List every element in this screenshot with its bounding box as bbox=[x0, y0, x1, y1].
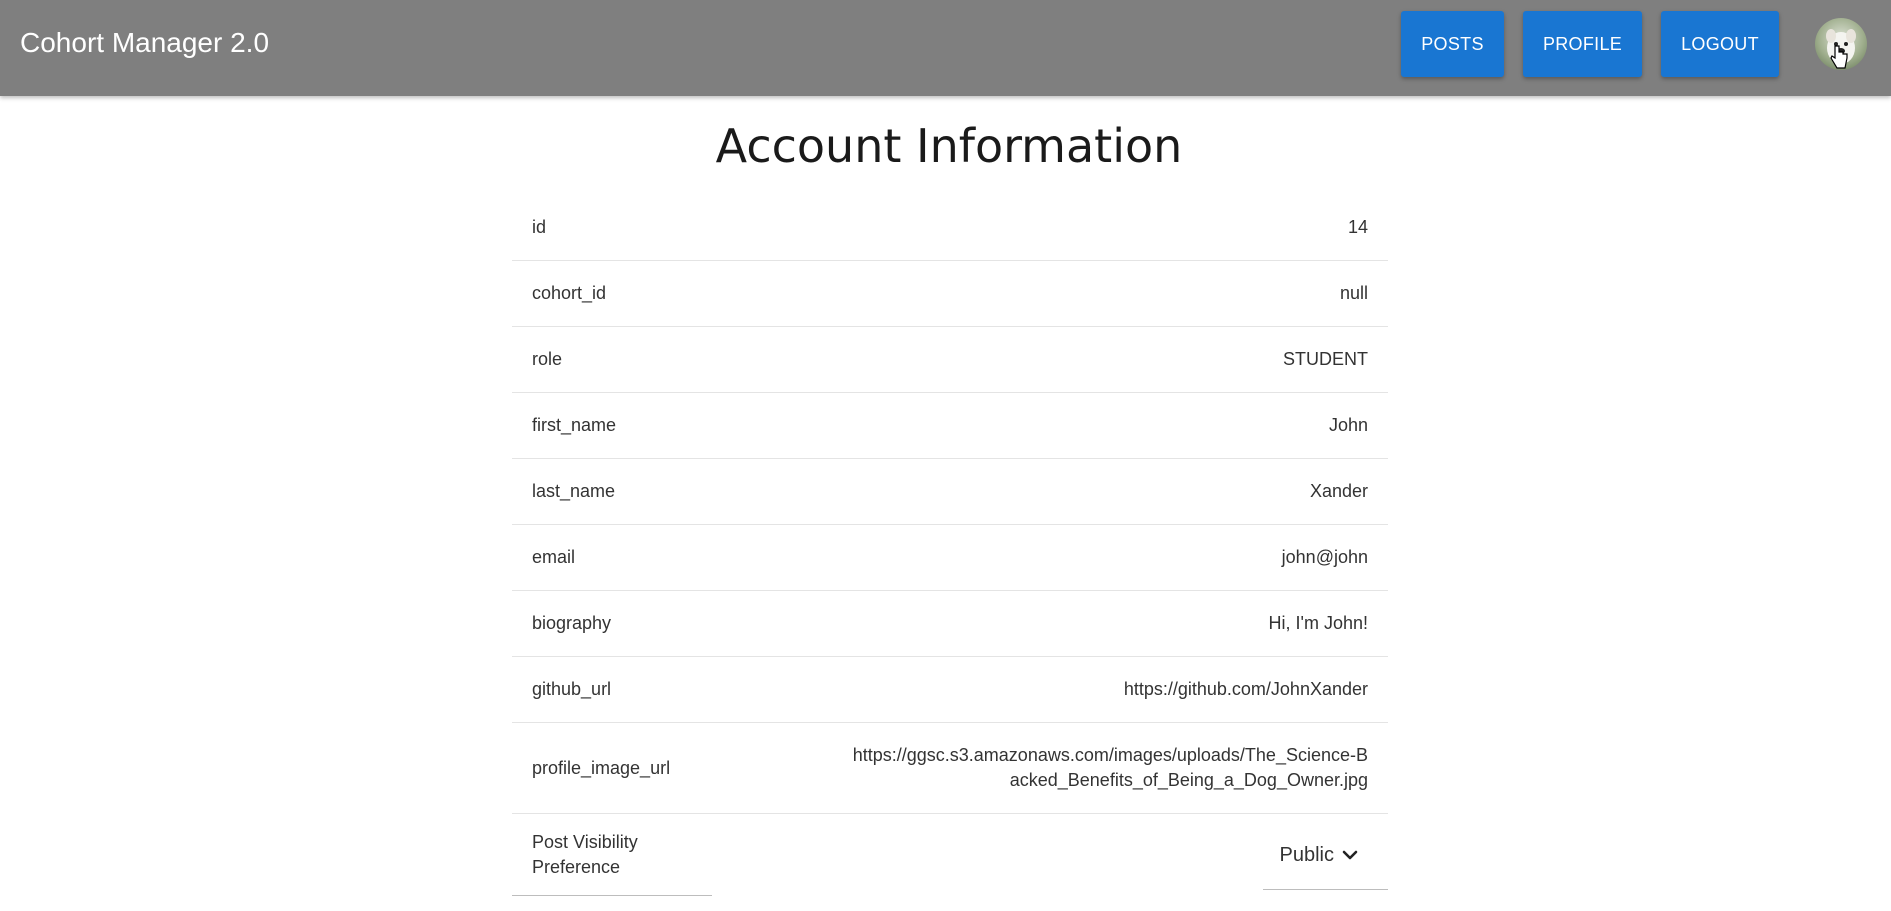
row-value: Hi, I'm John! bbox=[1268, 613, 1368, 633]
posts-button[interactable]: POSTS bbox=[1401, 11, 1504, 77]
row-key: id bbox=[532, 217, 547, 237]
row-key: email bbox=[532, 547, 576, 567]
row-value: Xander bbox=[1309, 481, 1368, 501]
row-value: STUDENT bbox=[1283, 349, 1368, 369]
account-row-email: email john@john bbox=[512, 525, 1388, 591]
page-title: Account Information bbox=[715, 119, 1183, 173]
profile-button[interactable]: PROFILE bbox=[1523, 11, 1642, 77]
hand-cursor-icon bbox=[1830, 45, 1848, 69]
row-key: last_name bbox=[532, 481, 616, 501]
account-row-biography: biography Hi, I'm John! bbox=[512, 591, 1388, 657]
row-key: first_name bbox=[532, 415, 617, 435]
account-row-last-name: last_name Xander bbox=[512, 459, 1388, 525]
row-value: John bbox=[1328, 415, 1368, 435]
account-row-role: role STUDENT bbox=[512, 327, 1388, 393]
account-row-first-name: first_name John bbox=[512, 393, 1388, 459]
post-visibility-label: Post Visibility Preference bbox=[532, 832, 638, 877]
row-value: 14 bbox=[1347, 217, 1368, 237]
chevron-down-icon bbox=[1342, 850, 1358, 860]
select-underline bbox=[1263, 889, 1388, 890]
row-key: github_url bbox=[532, 679, 612, 699]
app-header: Cohort Manager 2.0 POSTS PROFILE LOGOUT bbox=[0, 0, 1891, 96]
account-row-profile-image-url: profile_image_url https://ggsc.s3.amazon… bbox=[512, 723, 1388, 814]
row-value: https://ggsc.s3.amazonaws.com/images/upl… bbox=[852, 745, 1368, 790]
row-key: cohort_id bbox=[532, 283, 607, 303]
row-key: biography bbox=[532, 613, 612, 633]
row-key: profile_image_url bbox=[532, 757, 671, 778]
app-title: Cohort Manager 2.0 bbox=[20, 27, 270, 58]
account-row-github-url: github_url https://github.com/JohnXander bbox=[512, 657, 1388, 723]
row-key: role bbox=[532, 349, 563, 369]
account-row-post-visibility: Post Visibility Preference Public bbox=[512, 814, 1388, 896]
account-row-id: id 14 bbox=[512, 195, 1388, 261]
row-value: https://github.com/JohnXander bbox=[1123, 679, 1368, 699]
account-row-cohort-id: cohort_id null bbox=[512, 261, 1388, 327]
row-value: john@john bbox=[1281, 547, 1368, 567]
post-visibility-value: Public bbox=[1279, 843, 1334, 866]
account-info-table: id 14 cohort_id null role STUDENT first_… bbox=[512, 195, 1388, 896]
label-underline bbox=[512, 895, 712, 896]
logout-button[interactable]: LOGOUT bbox=[1661, 11, 1779, 77]
post-visibility-select[interactable]: Public bbox=[1280, 844, 1358, 867]
row-value: null bbox=[1339, 283, 1368, 303]
